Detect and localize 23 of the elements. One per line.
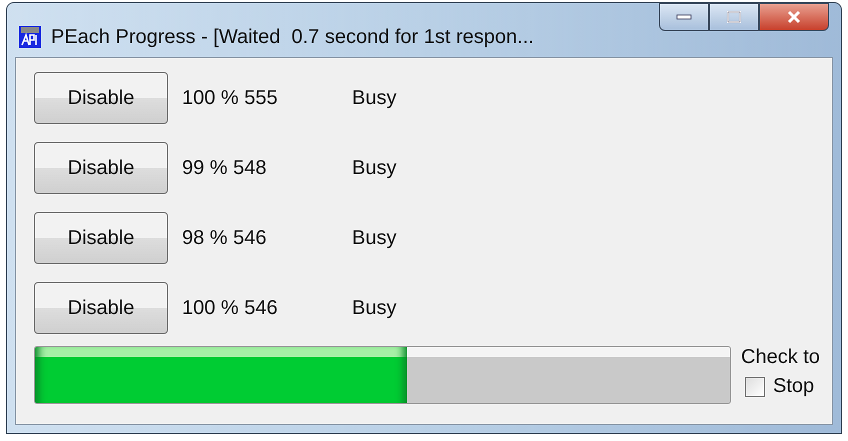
window-title: PEach Progress - [Waited 0.7 second for 1st respon... xyxy=(51,26,534,48)
minimize-button[interactable] xyxy=(659,3,709,31)
minimize-icon xyxy=(676,13,692,21)
status-text: Busy xyxy=(352,226,396,250)
progress-text: 98 % 546 xyxy=(182,226,268,250)
checkbox-label: Check to xyxy=(741,346,820,369)
app-icon xyxy=(19,26,41,48)
progress-text: 99 % 548 xyxy=(182,156,268,180)
disable-button[interactable]: Disable xyxy=(34,72,168,124)
status-text: Busy xyxy=(352,296,396,320)
checkbox-box[interactable] xyxy=(745,376,765,396)
disable-button[interactable]: Disable xyxy=(34,142,168,194)
maximize-icon xyxy=(727,11,741,23)
disable-button[interactable]: Disable xyxy=(34,212,168,264)
maximize-button[interactable] xyxy=(709,3,759,31)
close-button[interactable] xyxy=(759,3,829,31)
close-icon xyxy=(786,10,802,24)
status-text: Busy xyxy=(352,156,396,180)
status-text: Busy xyxy=(352,86,396,110)
progress-text: 100 % 546 xyxy=(182,296,279,320)
disable-button[interactable]: Disable xyxy=(34,282,168,334)
progress-text: 100 % 555 xyxy=(182,86,279,110)
stop-checkbox[interactable]: Stop xyxy=(745,375,820,398)
